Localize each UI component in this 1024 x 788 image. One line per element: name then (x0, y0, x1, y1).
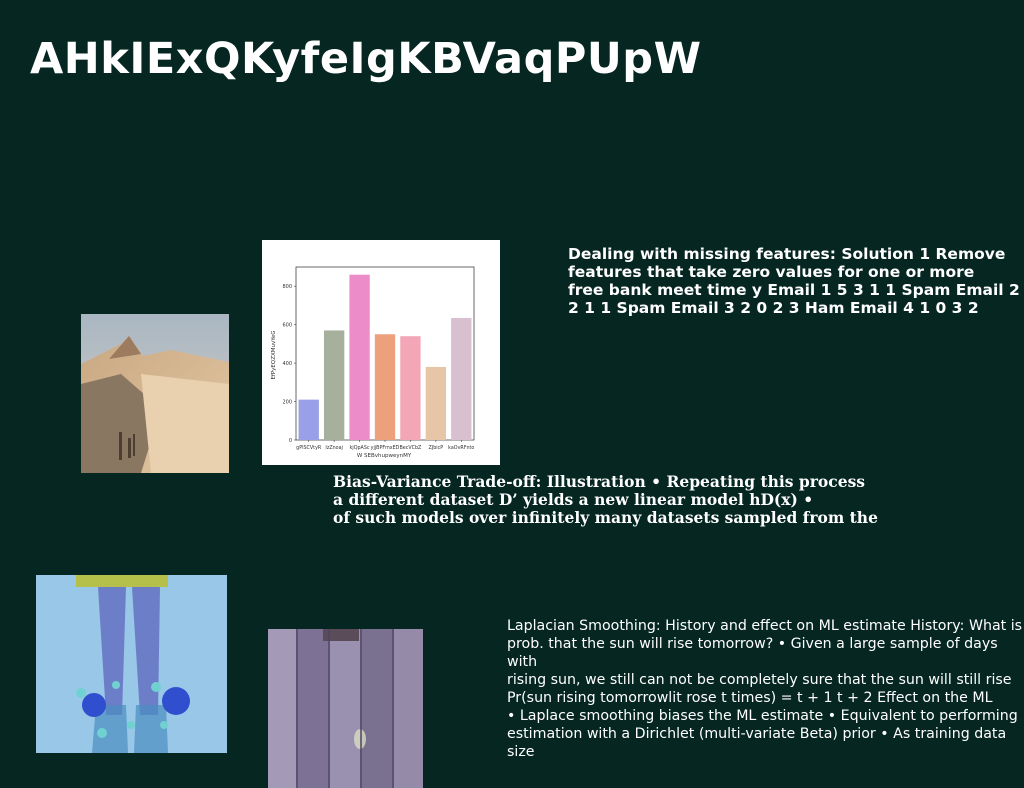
chart-bar (451, 317, 472, 440)
chart-x-tick-label: gPISCVtyR (296, 445, 322, 451)
page-title: AHkIExQKyfeIgKBVaqPUpW (30, 34, 702, 84)
laplacian-smoothing-text: Laplacian Smoothing: History and effect … (507, 618, 1023, 760)
chart-x-tick-label: ZJbicP (429, 445, 444, 451)
wooden-door-photo (268, 629, 423, 788)
chart-x-tick-label: kaOvRFnto (448, 445, 474, 451)
chart-x-axis-label: W SEBvhupweynMY (357, 453, 412, 459)
chart-bar (425, 366, 447, 440)
chart-x-tick-label: kjQpASc (350, 445, 370, 451)
chart-y-tick-label: 800 (282, 284, 292, 290)
chart-bar (323, 330, 345, 440)
chart-bar (298, 399, 319, 440)
desert-photo (81, 314, 229, 473)
chart-bar (374, 334, 396, 440)
chart-x-tick-label: IzZnoaj (325, 445, 342, 451)
chart-y-tick-label: 200 (282, 400, 292, 406)
chart-y-tick-label: 0 (289, 438, 292, 444)
legs-flowers-photo (36, 575, 227, 753)
chart-x-tick-label: yjjBPFmxED (371, 445, 400, 451)
bar-chart-svg: gPISCVtyR IzZnoaj kjQpASc yjjBPFmxED BecVCbZ… (271, 266, 474, 459)
chart-x-tick-label: BecVCbZ (400, 445, 423, 451)
bar-chart: gPISCVtyR IzZnoaj kjQpASc yjjBPFmxED BecVCbZ… (262, 240, 500, 465)
chart-bar (349, 274, 370, 440)
missing-features-text: Dealing with missing features: Solution … (568, 245, 1020, 317)
chart-y-axis-label: EfPyEQZXMuvYeG (271, 330, 277, 379)
chart-y-tick-label: 600 (282, 323, 292, 329)
chart-y-tick-label: 400 (282, 361, 292, 367)
bias-variance-text: Bias-Variance Trade-off: Illustration • … (333, 473, 878, 527)
chart-bar (400, 336, 421, 440)
